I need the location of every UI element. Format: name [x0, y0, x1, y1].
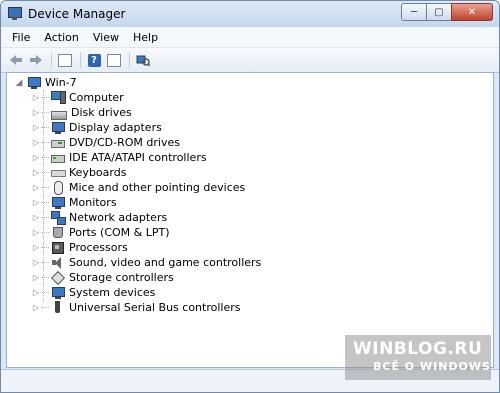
device-manager-icon	[7, 6, 23, 22]
expander[interactable]: ▷	[31, 183, 41, 192]
watermark-line1: WINBLOG.RU	[353, 339, 483, 359]
expander[interactable]: ▷	[31, 258, 41, 267]
tree-item-label: Monitors	[69, 196, 117, 209]
minimize-button[interactable]: ─	[401, 3, 427, 21]
usb-icon	[51, 301, 65, 314]
expander[interactable]: ▷	[31, 108, 41, 117]
expander[interactable]: ▷	[31, 168, 41, 177]
maximize-button[interactable]: ▢	[426, 3, 452, 21]
tree-item-label: Storage controllers	[69, 271, 174, 284]
tree-item-disk-drives[interactable]: ▷ Disk drives	[31, 105, 132, 120]
processor-icon	[51, 241, 65, 254]
tree-root[interactable]: ◢ Win-7	[13, 75, 77, 90]
device-tree-pane[interactable]: ◢ Win-7 ▷ Computer ▷ Disk drives ▷ Displ…	[6, 72, 494, 368]
tree-item-label: Processors	[69, 241, 128, 254]
tree-item-ide-controllers[interactable]: ▷ IDE ATA/ATAPI controllers	[31, 150, 207, 165]
tree-item-sound[interactable]: ▷ Sound, video and game controllers	[31, 255, 261, 270]
tree-item-label: Network adapters	[69, 211, 168, 224]
toolbar-separator	[80, 52, 81, 68]
menu-action[interactable]: Action	[39, 31, 83, 44]
watermark: WINBLOG.RU ВСЁ О WINDOWS	[345, 335, 491, 380]
expander[interactable]: ▷	[31, 93, 41, 102]
toolbar-separator	[51, 52, 52, 68]
tree-item-label: Display adapters	[69, 121, 162, 134]
expander[interactable]: ▷	[31, 303, 41, 312]
tree-item-label: Disk drives	[71, 106, 132, 119]
expander[interactable]: ▷	[31, 243, 41, 252]
expander[interactable]: ▷	[31, 288, 41, 297]
port-icon	[51, 226, 65, 239]
tree-item-ports[interactable]: ▷ Ports (COM & LPT)	[31, 225, 170, 240]
tree-item-label: Computer	[69, 91, 124, 104]
help-icon[interactable]: ?	[85, 51, 103, 69]
window-title: Device Manager	[28, 7, 126, 21]
tree-item-label: System devices	[69, 286, 156, 299]
tree-item-computer[interactable]: ▷ Computer	[31, 90, 124, 105]
tree-item-display-adapters[interactable]: ▷ Display adapters	[31, 120, 162, 135]
expander[interactable]: ▷	[31, 273, 41, 282]
tree-root-expander[interactable]: ◢	[13, 78, 25, 88]
tree-item-label: Universal Serial Bus controllers	[69, 301, 241, 314]
forward-arrow-icon[interactable]	[27, 51, 45, 69]
tree-item-label: Keyboards	[69, 166, 127, 179]
tree-item-label: Mice and other pointing devices	[69, 181, 246, 194]
expander[interactable]: ▷	[31, 213, 41, 222]
back-arrow-icon[interactable]	[7, 51, 25, 69]
display-adapter-icon	[51, 121, 65, 134]
menu-view[interactable]: View	[88, 31, 124, 44]
keyboard-icon	[51, 166, 66, 179]
toolbar-separator	[129, 52, 130, 68]
tree-item-mice[interactable]: ▷ Mice and other pointing devices	[31, 180, 245, 195]
tree-item-dvd-drives[interactable]: ▷ DVD/CD-ROM drives	[31, 135, 180, 150]
scan-hardware-icon[interactable]	[134, 51, 152, 69]
computer-icon	[51, 91, 66, 104]
tree-item-label: IDE ATA/ATAPI controllers	[69, 151, 207, 164]
mouse-icon	[51, 181, 65, 195]
show-hide-console-tree-icon[interactable]	[56, 51, 74, 69]
sound-icon	[51, 256, 65, 269]
tree-item-monitors[interactable]: ▷ Monitors	[31, 195, 117, 210]
expander[interactable]: ▷	[31, 198, 41, 207]
tree-item-network-adapters[interactable]: ▷ Network adapters	[31, 210, 167, 225]
expander[interactable]: ▷	[31, 123, 41, 132]
tree-item-keyboards[interactable]: ▷ Keyboards	[31, 165, 127, 180]
menu-file[interactable]: File	[7, 31, 35, 44]
tree-root-label: Win-7	[45, 76, 77, 89]
device-manager-window: Device Manager ─ ▢ ✕ File Action View He…	[0, 0, 500, 393]
tree-item-processors[interactable]: ▷ Processors	[31, 240, 128, 255]
tree-item-storage-controllers[interactable]: ▷ Storage controllers	[31, 270, 174, 286]
system-device-icon	[51, 286, 65, 299]
toolbar: ?	[1, 48, 499, 73]
tree-item-label: DVD/CD-ROM drives	[69, 136, 180, 149]
menu-bar: File Action View Help	[1, 27, 499, 48]
network-adapter-icon	[51, 211, 66, 225]
properties-icon[interactable]	[105, 51, 123, 69]
tree-item-usb-controllers[interactable]: ▷ Universal Serial Bus controllers	[31, 300, 240, 315]
expander[interactable]: ▷	[31, 153, 41, 162]
computer-root-icon	[27, 76, 41, 89]
dvd-drive-icon	[51, 136, 65, 149]
monitor-icon	[51, 196, 65, 209]
expander[interactable]: ▷	[31, 138, 41, 147]
title-bar[interactable]: Device Manager ─ ▢ ✕	[1, 1, 499, 27]
disk-drive-icon	[51, 111, 67, 120]
tree-item-label: Sound, video and game controllers	[69, 256, 262, 269]
menu-help[interactable]: Help	[128, 31, 163, 44]
watermark-line2: ВСЁ О WINDOWS	[373, 360, 491, 373]
storage-controller-icon	[50, 270, 66, 286]
expander[interactable]: ▷	[31, 228, 41, 237]
close-button[interactable]: ✕	[451, 3, 493, 21]
ide-controller-icon	[51, 151, 65, 164]
tree-item-system-devices[interactable]: ▷ System devices	[31, 285, 155, 300]
tree-item-label: Ports (COM & LPT)	[69, 226, 170, 239]
